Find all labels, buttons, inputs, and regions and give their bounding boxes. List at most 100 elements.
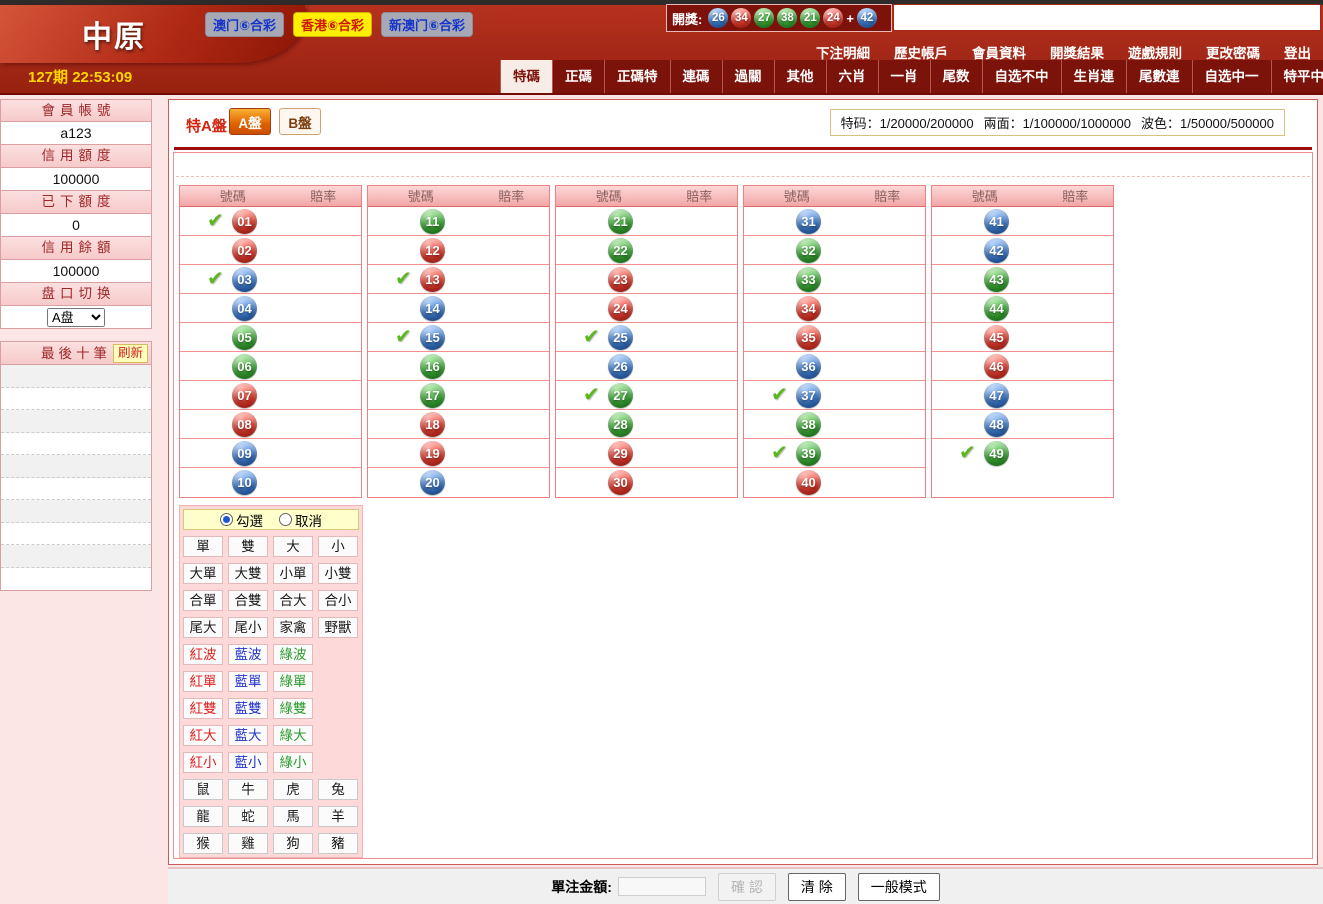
bet-type-tab[interactable]: 其他 (774, 60, 826, 93)
option-button[interactable]: 尾大 (183, 617, 223, 638)
lottery-ball-31[interactable]: 31 (796, 209, 821, 234)
number-row[interactable]: 05 (180, 323, 361, 352)
number-row[interactable]: 12 (368, 236, 549, 265)
lottery-ball-14[interactable]: 14 (420, 296, 445, 321)
lottery-ball-25[interactable]: 25 (608, 325, 633, 350)
option-button[interactable]: 紅小 (183, 752, 223, 773)
number-row[interactable]: ✔03 (180, 265, 361, 294)
nav-link[interactable]: 登出 (1284, 42, 1311, 62)
lottery-ball-16[interactable]: 16 (420, 354, 445, 379)
number-row[interactable]: 46 (932, 352, 1113, 381)
bet-type-tab[interactable]: 過關 (722, 60, 774, 93)
lottery-ball-28[interactable]: 28 (608, 412, 633, 437)
option-button[interactable]: 綠小 (273, 752, 313, 773)
option-button[interactable]: 合小 (318, 590, 358, 611)
bet-type-tab[interactable]: 特碼 (500, 60, 552, 93)
option-button[interactable]: 雙 (228, 536, 268, 557)
lottery-ball-12[interactable]: 12 (420, 238, 445, 263)
option-button[interactable]: 綠大 (273, 725, 313, 746)
lottery-ball-27[interactable]: 27 (608, 383, 633, 408)
lottery-ball-46[interactable]: 46 (984, 354, 1009, 379)
lottery-ball-06[interactable]: 06 (232, 354, 257, 379)
option-button[interactable]: 尾小 (228, 617, 268, 638)
number-row[interactable]: 28 (556, 410, 737, 439)
number-row[interactable]: 10 (180, 468, 361, 497)
lottery-ball-05[interactable]: 05 (232, 325, 257, 350)
bet-type-tab[interactable]: 自选不中 (982, 60, 1061, 93)
option-button[interactable]: 小雙 (318, 563, 358, 584)
option-button[interactable]: 狗 (273, 833, 313, 854)
lottery-ball-11[interactable]: 11 (420, 209, 445, 234)
lottery-ball-22[interactable]: 22 (608, 238, 633, 263)
lottery-ball-21[interactable]: 21 (608, 209, 633, 234)
lottery-ball-01[interactable]: 01 (232, 209, 257, 234)
option-button[interactable]: 紅大 (183, 725, 223, 746)
lottery-ball-26[interactable]: 26 (608, 354, 633, 379)
number-row[interactable]: 33 (744, 265, 925, 294)
option-button[interactable]: 藍雙 (228, 698, 268, 719)
bet-type-tab[interactable]: 生肖連 (1061, 60, 1127, 93)
lottery-ball-18[interactable]: 18 (420, 412, 445, 437)
lottery-ball-40[interactable]: 40 (796, 470, 821, 495)
option-button[interactable]: 藍波 (228, 644, 268, 665)
nav-link[interactable]: 會員資料 (972, 42, 1026, 62)
lottery-ball-17[interactable]: 17 (420, 383, 445, 408)
option-button[interactable]: 小 (318, 536, 358, 557)
number-row[interactable]: ✔25 (556, 323, 737, 352)
option-button[interactable]: 綠雙 (273, 698, 313, 719)
lottery-ball-15[interactable]: 15 (420, 325, 445, 350)
lottery-ball-04[interactable]: 04 (232, 296, 257, 321)
lottery-ball-48[interactable]: 48 (984, 412, 1009, 437)
option-button[interactable]: 大 (273, 536, 313, 557)
lottery-ball-09[interactable]: 09 (232, 441, 257, 466)
nav-link[interactable]: 開獎結果 (1050, 42, 1104, 62)
radio-option[interactable]: 勾選 (220, 510, 263, 530)
number-row[interactable]: 43 (932, 265, 1113, 294)
lottery-ball-23[interactable]: 23 (608, 267, 633, 292)
lottery-ball-19[interactable]: 19 (420, 441, 445, 466)
panel-select[interactable]: A盘 (47, 308, 105, 327)
bet-type-tab[interactable]: 特平中 (1271, 60, 1323, 93)
normal-mode-button[interactable]: 一般模式 (858, 873, 940, 901)
lottery-ball-13[interactable]: 13 (420, 267, 445, 292)
option-button[interactable]: 紅雙 (183, 698, 223, 719)
number-row[interactable]: 36 (744, 352, 925, 381)
bet-amount-input[interactable] (618, 877, 706, 896)
number-row[interactable]: 32 (744, 236, 925, 265)
option-button[interactable]: 雞 (228, 833, 268, 854)
number-row[interactable]: 47 (932, 381, 1113, 410)
lottery-ball-45[interactable]: 45 (984, 325, 1009, 350)
game-tab[interactable]: 澳门⑥合彩 (205, 12, 284, 37)
game-tab[interactable]: 新澳门⑥合彩 (381, 12, 473, 37)
option-button[interactable]: 虎 (273, 779, 313, 800)
option-button[interactable]: 馬 (273, 806, 313, 827)
number-row[interactable]: 04 (180, 294, 361, 323)
nav-link[interactable]: 更改密碼 (1206, 42, 1260, 62)
number-row[interactable]: ✔49 (932, 439, 1113, 468)
option-button[interactable]: 紅單 (183, 671, 223, 692)
lottery-ball-02[interactable]: 02 (232, 238, 257, 263)
lottery-ball-37[interactable]: 37 (796, 383, 821, 408)
number-row[interactable]: 31 (744, 207, 925, 236)
option-button[interactable]: 兔 (318, 779, 358, 800)
bet-type-tab[interactable]: 六肖 (826, 60, 878, 93)
lottery-ball-07[interactable]: 07 (232, 383, 257, 408)
number-row[interactable]: 44 (932, 294, 1113, 323)
number-row[interactable]: 38 (744, 410, 925, 439)
number-row[interactable]: 06 (180, 352, 361, 381)
number-row[interactable]: 16 (368, 352, 549, 381)
bet-type-tab[interactable]: 正碼特 (604, 60, 670, 93)
lottery-ball-43[interactable]: 43 (984, 267, 1009, 292)
option-button[interactable]: 猴 (183, 833, 223, 854)
option-button[interactable]: 家禽 (273, 617, 313, 638)
option-button[interactable]: 綠波 (273, 644, 313, 665)
option-button[interactable]: 龍 (183, 806, 223, 827)
option-button[interactable]: 藍單 (228, 671, 268, 692)
lottery-ball-47[interactable]: 47 (984, 383, 1009, 408)
lottery-ball-34[interactable]: 34 (796, 296, 821, 321)
refresh-button[interactable]: 刷新 (113, 344, 148, 363)
lottery-ball-20[interactable]: 20 (420, 470, 445, 495)
option-button[interactable]: 藍小 (228, 752, 268, 773)
lottery-ball-36[interactable]: 36 (796, 354, 821, 379)
bet-type-tab[interactable]: 連碼 (670, 60, 722, 93)
